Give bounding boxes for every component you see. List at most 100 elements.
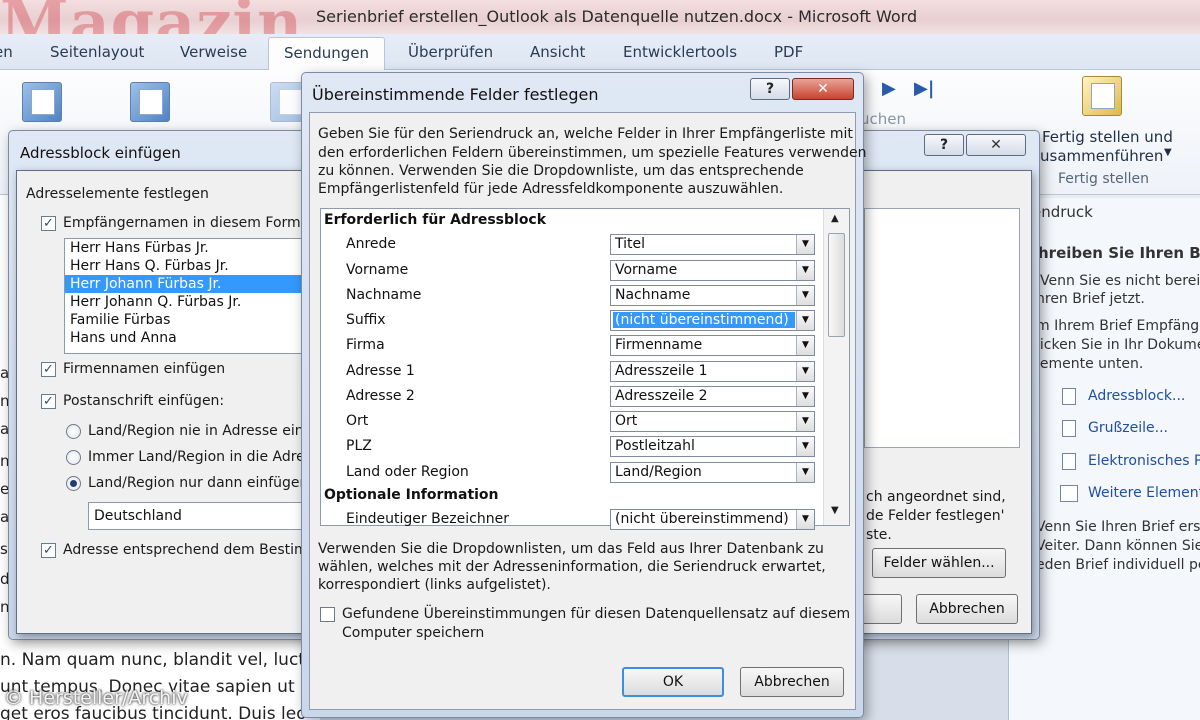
field-select-firma[interactable]: Firmenname ▼ xyxy=(610,335,815,356)
radio-country-only-if[interactable] xyxy=(66,476,81,491)
ok-button-partial[interactable] xyxy=(860,594,902,624)
tab-ansicht[interactable]: Ansicht xyxy=(530,43,585,61)
field-select-value: Land/Region xyxy=(615,464,702,480)
field-select-suffix[interactable]: (nicht übereinstimmend) ▼ xyxy=(610,310,815,331)
dropdown-arrow-icon[interactable]: ▼ xyxy=(796,311,814,330)
dropdown-arrow-icon[interactable]: ▼ xyxy=(796,387,814,406)
checkbox-format-by-country[interactable]: ✓ xyxy=(41,543,56,558)
field-label: Adresse 2 xyxy=(346,388,415,404)
tab-pdf[interactable]: PDF xyxy=(774,43,803,61)
doc-text-line: n. Nam quam nunc, blandit vel, luctu xyxy=(0,650,316,670)
scrollbar-thumb[interactable] xyxy=(828,233,845,337)
tab-ueberpruefen[interactable]: Überprüfen xyxy=(408,43,493,61)
address-preview-box xyxy=(864,208,1020,448)
list-item[interactable]: Herr Johann Q. Fürbas Jr. xyxy=(65,293,303,311)
tab-entwicklertools[interactable]: Entwicklertools xyxy=(623,43,737,61)
help-icon[interactable]: ? xyxy=(924,134,964,156)
link-weitere-elemente[interactable]: Weitere Elemente xyxy=(1088,485,1200,501)
checkbox-recipient-names-label: Empfängernamen in diesem Format xyxy=(63,215,315,231)
field-select-eindeutiger-bezeichner[interactable]: (nicht übereinstimmend) ▼ xyxy=(610,509,815,530)
country-input[interactable]: Deutschland xyxy=(88,502,308,530)
last-record-icon[interactable]: ▶| xyxy=(914,78,934,99)
electronic-postage-icon[interactable] xyxy=(1062,453,1076,470)
greeting-line-icon[interactable] xyxy=(1062,420,1076,437)
field-label: Adresse 1 xyxy=(346,363,415,379)
dropdown-arrow-icon[interactable]: ▼ xyxy=(796,261,814,280)
field-select-ort[interactable]: Ort ▼ xyxy=(610,411,815,432)
close-icon[interactable]: ✕ xyxy=(966,134,1026,156)
close-icon[interactable]: ✕ xyxy=(792,78,854,100)
field-select-anrede[interactable]: Titel ▼ xyxy=(610,234,815,255)
cancel-button[interactable]: Abbrechen xyxy=(740,667,844,697)
checkbox-recipient-names[interactable]: ✓ xyxy=(41,216,56,231)
scroll-down-icon[interactable]: ▼ xyxy=(831,505,839,516)
envelopes-icon[interactable] xyxy=(22,82,62,122)
ribbon-tabs: en Seitenlayout Verweise Sendungen Überp… xyxy=(0,34,1200,71)
field-select-value: Firmenname xyxy=(615,337,703,353)
cancel-button[interactable]: Abbrechen xyxy=(916,594,1018,624)
task-pane-text: m Ihrem Brief Empfänge xyxy=(1036,318,1200,334)
radio-always-country[interactable] xyxy=(66,450,81,465)
field-list-scrollbar[interactable]: ▲ ▼ xyxy=(823,209,849,525)
list-item[interactable]: Hans und Anna xyxy=(65,329,303,347)
field-select-nachname[interactable]: Nachname ▼ xyxy=(610,285,815,306)
field-select-adresse-2[interactable]: Adresszeile 2 ▼ xyxy=(610,386,815,407)
field-label: Suffix xyxy=(346,312,386,328)
list-item-selected[interactable]: Herr Johann Fürbas Jr. xyxy=(65,275,303,293)
finish-merge-label-1[interactable]: Fertig stellen und xyxy=(1042,128,1173,146)
dialog-info-text: ste. xyxy=(866,527,892,543)
more-items-icon[interactable] xyxy=(1060,485,1078,502)
finish-merge-label-2[interactable]: usammenführen xyxy=(1040,147,1163,165)
field-label: Anrede xyxy=(346,236,397,252)
task-pane-text: hren Brief jetzt. xyxy=(1036,291,1145,307)
dropdown-arrow-icon[interactable]: ▼ xyxy=(796,437,814,456)
dropdown-arrow-icon[interactable]: ▼ xyxy=(796,362,814,381)
link-adressblock[interactable]: Adressblock... xyxy=(1088,388,1185,404)
dropdown-arrow-icon[interactable]: ▼ xyxy=(796,336,814,355)
field-select-plz[interactable]: Postleitzahl ▼ xyxy=(610,436,815,457)
link-grusszeile[interactable]: Grußzeile... xyxy=(1088,420,1168,436)
tab-start-partial[interactable]: en xyxy=(0,43,13,61)
tab-sendungen[interactable]: Sendungen xyxy=(268,37,386,71)
dropdown-arrow-icon[interactable]: ▼ xyxy=(796,463,814,482)
checkbox-save-matches-label-2: Computer speichern xyxy=(342,625,485,641)
task-pane-text: Venn Sie Ihren Brief erst xyxy=(1036,519,1200,535)
field-select-vorname[interactable]: Vorname ▼ xyxy=(610,260,815,281)
footer-text-line: wählen, welches mit der Adresseninformat… xyxy=(318,559,826,575)
radio-country-only-if-label: Land/Region nur dann einfügen xyxy=(88,475,309,491)
labels-icon[interactable] xyxy=(130,82,170,122)
dropdown-arrow-icon[interactable]: ▼ xyxy=(796,235,814,254)
checkbox-format-by-country-label: Adresse entsprechend dem Bestimm xyxy=(63,542,322,558)
intro-text-line: Geben Sie für den Seriendruck an, welche… xyxy=(318,126,853,142)
finish-merge-icon[interactable] xyxy=(1082,76,1122,116)
dropdown-arrow-icon[interactable]: ▼ xyxy=(796,510,814,529)
field-select-land[interactable]: Land/Region ▼ xyxy=(610,462,815,483)
radio-always-country-label: Immer Land/Region in die Adres xyxy=(88,449,313,465)
choose-fields-button[interactable]: Felder wählen... xyxy=(872,548,1006,578)
tab-verweise[interactable]: Verweise xyxy=(180,43,247,61)
list-item[interactable]: Herr Hans Q. Fürbas Jr. xyxy=(65,257,303,275)
group-label-fertig-stellen: Fertig stellen xyxy=(1058,171,1150,187)
field-label: Land oder Region xyxy=(346,464,469,480)
next-record-icon[interactable]: ▶ xyxy=(882,78,896,99)
radio-never-country[interactable] xyxy=(66,424,81,439)
footer-text-line: Verwenden Sie die Dropdownlisten, um das… xyxy=(318,541,824,557)
checkbox-postal-address[interactable]: ✓ xyxy=(41,394,56,409)
name-format-list[interactable]: Herr Hans Fürbas Jr. Herr Hans Q. Fürbas… xyxy=(64,238,304,354)
list-item[interactable]: Familie Fürbas xyxy=(65,311,303,329)
help-icon[interactable]: ? xyxy=(750,78,790,100)
tab-seitenlayout[interactable]: Seitenlayout xyxy=(50,43,144,61)
chevron-down-icon[interactable]: ▼ xyxy=(1164,147,1172,158)
section-header-required: Erforderlich für Adressblock xyxy=(324,212,547,228)
checkbox-save-matches[interactable] xyxy=(320,607,335,622)
scroll-up-icon[interactable]: ▲ xyxy=(831,213,839,224)
task-pane-text: eden Brief individuell pe xyxy=(1036,557,1200,573)
ok-button[interactable]: OK xyxy=(622,667,724,697)
address-block-icon[interactable] xyxy=(1062,388,1076,405)
field-select-adresse-1[interactable]: Adresszeile 1 ▼ xyxy=(610,361,815,382)
link-elektronisches-porto[interactable]: Elektronisches Po xyxy=(1088,453,1200,469)
dropdown-arrow-icon[interactable]: ▼ xyxy=(796,286,814,305)
checkbox-company-name[interactable]: ✓ xyxy=(41,362,56,377)
dropdown-arrow-icon[interactable]: ▼ xyxy=(796,412,814,431)
list-item[interactable]: Herr Hans Fürbas Jr. xyxy=(65,239,303,257)
